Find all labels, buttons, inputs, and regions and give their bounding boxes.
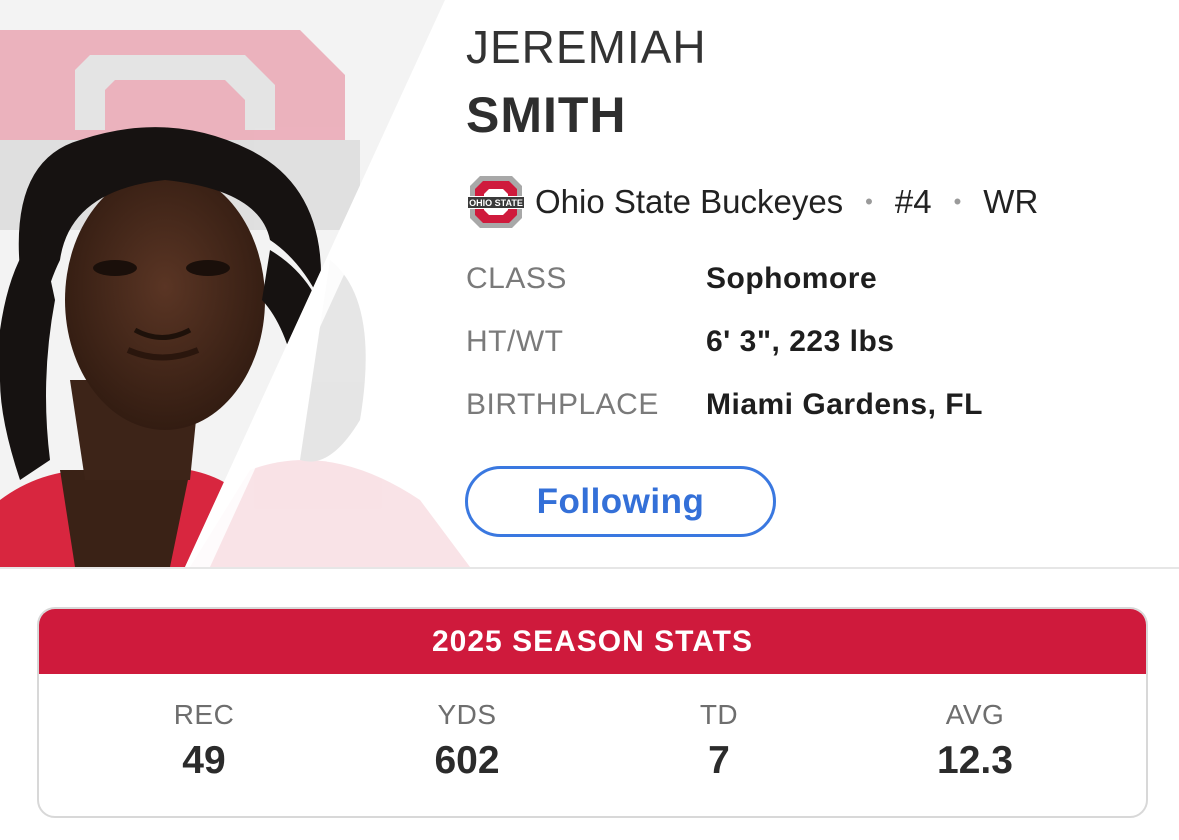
bio-value: Sophomore xyxy=(706,262,878,295)
bio-label: BIRTHPLACE xyxy=(466,388,659,421)
stat-label: TD xyxy=(699,699,739,730)
bio-value: 6' 3", 223 lbs xyxy=(706,325,895,358)
following-button[interactable]: Following xyxy=(465,466,776,537)
bio-value: Miami Gardens, FL xyxy=(706,388,983,421)
stat-label: YDS xyxy=(437,699,497,730)
bio-label: CLASS xyxy=(466,262,567,295)
season-stats-card: 2025 SEASON STATS REC 49 YDS 602 TD 7 AV… xyxy=(37,607,1148,818)
player-profile-page: JEREMIAH SMITH OHIO STATE Ohio State Buc… xyxy=(0,0,1179,840)
jersey-number: #4 xyxy=(894,183,932,220)
stat-value: 12.3 xyxy=(937,739,1013,782)
player-first-name: JEREMIAH xyxy=(466,21,707,73)
separator-dot: • xyxy=(953,189,962,214)
player-position: WR xyxy=(983,183,1039,220)
stat-avg: AVG 12.3 xyxy=(865,699,1085,781)
divider xyxy=(0,567,1179,569)
bio-row-class: CLASS Sophomore xyxy=(466,262,983,325)
player-header: JEREMIAH SMITH OHIO STATE Ohio State Buc… xyxy=(0,0,1179,568)
team-info-line: OHIO STATE Ohio State Buckeyes • #4 • WR xyxy=(466,172,1038,232)
bio-row-height-weight: HT/WT 6' 3", 223 lbs xyxy=(466,325,983,388)
stat-label: AVG xyxy=(945,699,1005,730)
season-stats-title: 2025 SEASON STATS xyxy=(39,609,1146,674)
ohio-state-logo-icon[interactable]: OHIO STATE xyxy=(466,172,526,232)
stat-yds: YDS 602 xyxy=(357,699,577,781)
player-bio-table: CLASS Sophomore HT/WT 6' 3", 223 lbs BIR… xyxy=(466,262,983,451)
stat-td: TD 7 xyxy=(609,699,829,781)
stat-label: REC xyxy=(173,699,235,730)
stat-rec: REC 49 xyxy=(94,699,314,781)
bio-row-birthplace: BIRTHPLACE Miami Gardens, FL xyxy=(466,388,983,451)
bio-label: HT/WT xyxy=(466,325,564,358)
player-headshot xyxy=(0,0,470,567)
player-last-name: SMITH xyxy=(466,87,627,143)
svg-text:OHIO STATE: OHIO STATE xyxy=(469,198,523,208)
stat-value: 602 xyxy=(434,739,500,782)
separator-dot: • xyxy=(865,189,873,214)
stat-value: 49 xyxy=(182,739,226,782)
stat-value: 7 xyxy=(708,739,730,782)
player-name: JEREMIAH SMITH xyxy=(466,24,707,140)
team-name-link[interactable]: Ohio State Buckeyes xyxy=(535,183,843,221)
